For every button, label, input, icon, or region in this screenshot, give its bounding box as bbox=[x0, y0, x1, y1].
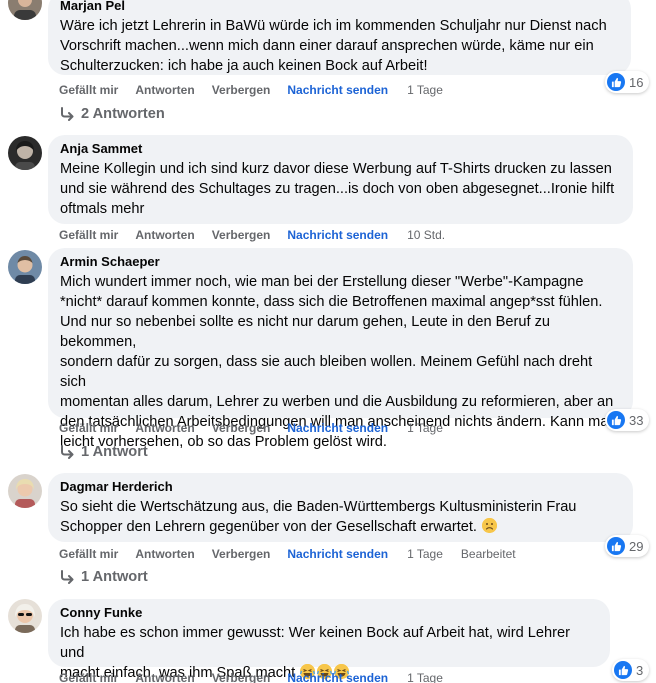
send-message-button[interactable]: Nachricht senden bbox=[287, 228, 388, 242]
comment-text-line: So sieht die Wertschätzung aus, die Bade… bbox=[60, 499, 577, 515]
comment-text: Wäre ich jetzt Lehrerin in BaWü würde ic… bbox=[60, 16, 619, 76]
reaction-badge[interactable]: 16 bbox=[605, 71, 650, 93]
reaction-badge[interactable]: 33 bbox=[605, 409, 650, 431]
like-icon bbox=[614, 661, 632, 679]
send-message-button[interactable]: Nachricht senden bbox=[287, 671, 388, 683]
hide-button[interactable]: Verbergen bbox=[212, 83, 271, 97]
reaction-count: 29 bbox=[629, 538, 644, 554]
like-button[interactable]: Gefällt mir bbox=[59, 547, 118, 561]
view-replies-button[interactable]: 1 Antwort bbox=[59, 444, 148, 460]
comment-text-line: Schopper den Lehrern gegenüber von der G… bbox=[60, 517, 621, 537]
comment-actions: Gefällt mir Antworten Verbergen Nachrich… bbox=[59, 82, 443, 98]
comment-text-line: Schulterzucken: ich habe ja auch keinen … bbox=[60, 58, 428, 74]
frown-emoji-icon bbox=[482, 518, 498, 533]
replies-label: 1 Antwort bbox=[81, 569, 148, 585]
comment-actions: Gefällt mir Antworten Verbergen Nachrich… bbox=[59, 546, 516, 562]
comment-text-line: Wäre ich jetzt Lehrerin in BaWü würde ic… bbox=[60, 18, 607, 34]
hide-button[interactable]: Verbergen bbox=[212, 228, 271, 242]
hide-button[interactable]: Verbergen bbox=[212, 671, 271, 683]
comment-bubble: Dagmar Herderich So sieht die Wertschätz… bbox=[48, 473, 633, 542]
comment-text-line: Vorschrift machen...wenn mich dann einer… bbox=[60, 38, 594, 54]
like-button[interactable]: Gefällt mir bbox=[59, 421, 118, 435]
comment-actions: Gefällt mir Antworten Verbergen Nachrich… bbox=[59, 420, 443, 436]
comment-bubble: Anja Sammet Meine Kollegin und ich sind … bbox=[48, 135, 633, 224]
comment-text-line: sondern dafür zu sorgen, dass sie auch b… bbox=[60, 354, 593, 390]
replies-label: 2 Antworten bbox=[81, 106, 165, 122]
comment-text-line: und sie während des Schultages zu tragen… bbox=[60, 181, 615, 197]
comment-text-line: *nicht* darauf kommen konnte, dass sich … bbox=[60, 294, 603, 310]
avatar[interactable] bbox=[8, 250, 42, 284]
avatar[interactable] bbox=[8, 136, 42, 170]
reply-button[interactable]: Antworten bbox=[135, 83, 194, 97]
comment-text-line: Mich wundert immer noch, wie man bei der… bbox=[60, 274, 584, 290]
reply-button[interactable]: Antworten bbox=[135, 671, 194, 683]
comment-author[interactable]: Dagmar Herderich bbox=[60, 479, 621, 495]
like-icon bbox=[607, 411, 625, 429]
comment-timestamp[interactable]: 1 Tage bbox=[407, 83, 443, 97]
like-button[interactable]: Gefällt mir bbox=[59, 83, 118, 97]
edited-label: Bearbeitet bbox=[460, 547, 516, 561]
like-icon bbox=[607, 73, 625, 91]
comment-author[interactable]: Armin Schaeper bbox=[60, 254, 621, 270]
reaction-count: 3 bbox=[636, 662, 644, 678]
comment-bubble: Armin Schaeper Mich wundert immer noch, … bbox=[48, 248, 633, 450]
reply-button[interactable]: Antworten bbox=[135, 228, 194, 242]
comment-text-line-content: Schopper den Lehrern gegenüber von der G… bbox=[60, 519, 477, 535]
comment-actions: Gefällt mir Antworten Verbergen Nachrich… bbox=[59, 227, 445, 243]
comment-text-line: oftmals mehr bbox=[60, 201, 145, 217]
hide-button[interactable]: Verbergen bbox=[212, 421, 271, 435]
comment-bubble: Marjan Pel Wäre ich jetzt Lehrerin in Ba… bbox=[48, 0, 631, 75]
view-replies-button[interactable]: 2 Antworten bbox=[59, 106, 165, 122]
view-replies-button[interactable]: 1 Antwort bbox=[59, 569, 148, 585]
avatar[interactable] bbox=[8, 599, 42, 633]
like-button[interactable]: Gefällt mir bbox=[59, 671, 118, 683]
comment-text: So sieht die Wertschätzung aus, die Bade… bbox=[60, 497, 621, 537]
like-icon bbox=[607, 537, 625, 555]
send-message-button[interactable]: Nachricht senden bbox=[287, 547, 388, 561]
comment-timestamp[interactable]: 1 Tage bbox=[407, 547, 443, 561]
reply-button[interactable]: Antworten bbox=[135, 421, 194, 435]
reply-arrow-icon bbox=[59, 445, 75, 459]
avatar[interactable] bbox=[8, 474, 42, 508]
reply-button[interactable]: Antworten bbox=[135, 547, 194, 561]
comment-timestamp[interactable]: 10 Std. bbox=[407, 228, 445, 242]
comment-bubble: Conny Funke Ich habe es schon immer gewu… bbox=[48, 599, 610, 681]
comment-author[interactable]: Marjan Pel bbox=[60, 0, 619, 14]
reaction-count: 33 bbox=[629, 412, 644, 428]
comment-text-line: Und nur so nebenbei sollte es nicht nur … bbox=[60, 314, 551, 350]
reaction-count: 16 bbox=[629, 74, 644, 90]
reaction-badge[interactable]: 3 bbox=[612, 659, 650, 681]
comment-text-line: Meine Kollegin und ich sind kurz davor d… bbox=[60, 161, 612, 177]
send-message-button[interactable]: Nachricht senden bbox=[287, 83, 388, 97]
comment-text: Meine Kollegin und ich sind kurz davor d… bbox=[60, 159, 621, 219]
hide-button[interactable]: Verbergen bbox=[212, 547, 271, 561]
comment-actions: Gefällt mir Antworten Verbergen Nachrich… bbox=[59, 670, 443, 683]
comment-text-line: Ich habe es schon immer gewusst: Wer kei… bbox=[60, 625, 570, 661]
reaction-badge[interactable]: 29 bbox=[605, 535, 650, 557]
reply-arrow-icon bbox=[59, 570, 75, 584]
comment-author[interactable]: Anja Sammet bbox=[60, 141, 621, 157]
comment-author[interactable]: Conny Funke bbox=[60, 605, 598, 621]
reply-arrow-icon bbox=[59, 107, 75, 121]
avatar[interactable] bbox=[8, 0, 42, 20]
send-message-button[interactable]: Nachricht senden bbox=[287, 421, 388, 435]
comment-text-line: momentan alles darum, Lehrer zu werben u… bbox=[60, 394, 614, 410]
like-button[interactable]: Gefällt mir bbox=[59, 228, 118, 242]
comment-timestamp[interactable]: 1 Tage bbox=[407, 421, 443, 435]
replies-label: 1 Antwort bbox=[81, 444, 148, 460]
comment-timestamp[interactable]: 1 Tage bbox=[407, 671, 443, 683]
